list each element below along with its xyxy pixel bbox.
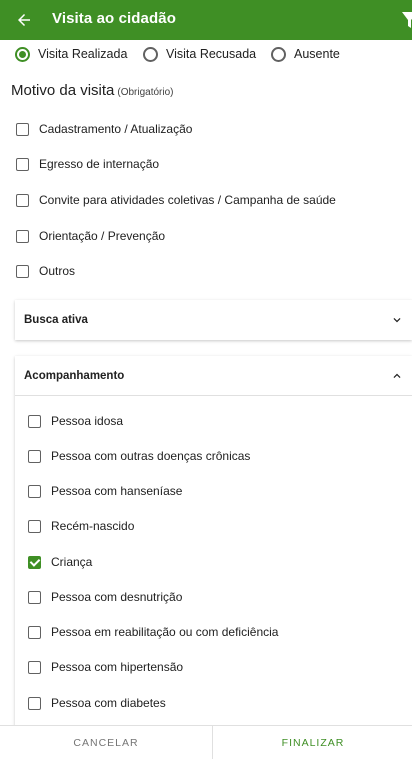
checkbox-icon[interactable] [28,625,41,639]
checkbox-label: Outros [39,264,76,278]
checkbox-reabilitacao[interactable]: Pessoa em reabilitação ou com deficiênci… [28,622,278,642]
checkbox-label: Cadastramento / Atualização [39,122,193,136]
motivo-title-text: Motivo da visita [11,82,115,99]
checkbox-egresso[interactable]: Egresso de internação [16,154,159,174]
checkbox-outros[interactable]: Outros [16,261,75,281]
checkbox-hanseniase[interactable]: Pessoa com hanseníase [28,481,182,501]
checkbox-icon[interactable] [16,157,29,171]
checkbox-label: Pessoa com hipertensão [51,660,184,674]
checkbox-desnutricao[interactable]: Pessoa com desnutrição [28,587,182,607]
visit-status-group: Visita Realizada Visita Recusada Ausente [0,44,412,64]
checkbox-icon[interactable] [16,229,29,243]
chevron-down-icon[interactable] [390,313,404,327]
checkbox-label: Recém-nascido [51,519,135,533]
checkbox-label: Egresso de internação [39,157,160,171]
checkbox-icon[interactable] [28,519,41,533]
radio-unselected-icon[interactable] [143,46,158,62]
finish-button[interactable]: FINALIZAR [214,726,412,759]
checkbox-label: Pessoa com diabetes [51,696,166,710]
action-bar: CANCELAR FINALIZAR [0,725,412,759]
checkbox-label: Pessoa com outras doenças crônicas [51,449,251,463]
checkbox-icon[interactable] [28,414,41,428]
checkbox-label: Convite para atividades coletivas / Camp… [39,193,336,207]
radio-label: Visita Realizada [38,47,128,61]
checkbox-crianca[interactable]: Criança [28,552,92,572]
checkbox-checked-icon[interactable] [28,555,41,569]
checkbox-label: Pessoa com desnutrição [51,590,183,604]
radio-label: Visita Recusada [166,47,257,61]
checkbox-hipertensao[interactable]: Pessoa com hipertensão [28,657,183,677]
checkbox-label: Pessoa idosa [51,414,124,428]
checkbox-icon[interactable] [28,484,41,498]
checkbox-recem-nascido[interactable]: Recém-nascido [28,516,134,536]
checkbox-label: Pessoa com hanseníase [51,484,183,498]
required-hint: (Obrigatório) [117,87,174,98]
radio-visita-realizada[interactable]: Visita Realizada [15,44,127,64]
checkbox-pessoa-idosa[interactable]: Pessoa idosa [28,411,123,431]
back-arrow-icon[interactable] [12,8,36,32]
checkbox-icon[interactable] [28,449,41,463]
acompanhamento-title: Acompanhamento [24,369,125,382]
checkbox-icon[interactable] [16,193,29,207]
motivo-section-title: Motivo da visita (Obrigatório) [11,82,174,99]
busca-ativa-header[interactable]: Busca ativa [15,300,412,340]
radio-unselected-icon[interactable] [271,46,286,62]
radio-visita-recusada[interactable]: Visita Recusada [143,44,256,64]
checkbox-icon[interactable] [16,122,29,136]
acompanhamento-header[interactable]: Acompanhamento [15,356,412,396]
checkbox-doencas-cronicas[interactable]: Pessoa com outras doenças crônicas [28,446,250,466]
app-bar: Visita ao cidadão [0,0,412,40]
checkbox-diabetes[interactable]: Pessoa com diabetes [28,693,166,713]
chevron-up-icon[interactable] [390,369,404,383]
checkbox-convite[interactable]: Convite para atividades coletivas / Camp… [16,190,336,210]
filter-icon[interactable] [400,8,412,32]
checkbox-cadastramento[interactable]: Cadastramento / Atualização [16,119,192,139]
checkbox-label: Orientação / Prevenção [39,229,166,243]
checkbox-icon[interactable] [28,696,41,710]
checkbox-icon[interactable] [16,264,29,278]
checkbox-label: Pessoa em reabilitação ou com deficiênci… [51,625,279,639]
page-title: Visita ao cidadão [52,10,176,27]
checkbox-orientacao[interactable]: Orientação / Prevenção [16,226,165,246]
checkbox-icon[interactable] [28,590,41,604]
checkbox-label: Criança [51,555,93,569]
radio-ausente[interactable]: Ausente [271,44,340,64]
cancel-button[interactable]: CANCELAR [0,726,213,759]
radio-selected-icon[interactable] [15,46,30,62]
busca-ativa-card: Busca ativa [15,300,412,340]
radio-label: Ausente [294,47,340,61]
checkbox-icon[interactable] [28,660,41,674]
busca-ativa-title: Busca ativa [24,314,88,326]
